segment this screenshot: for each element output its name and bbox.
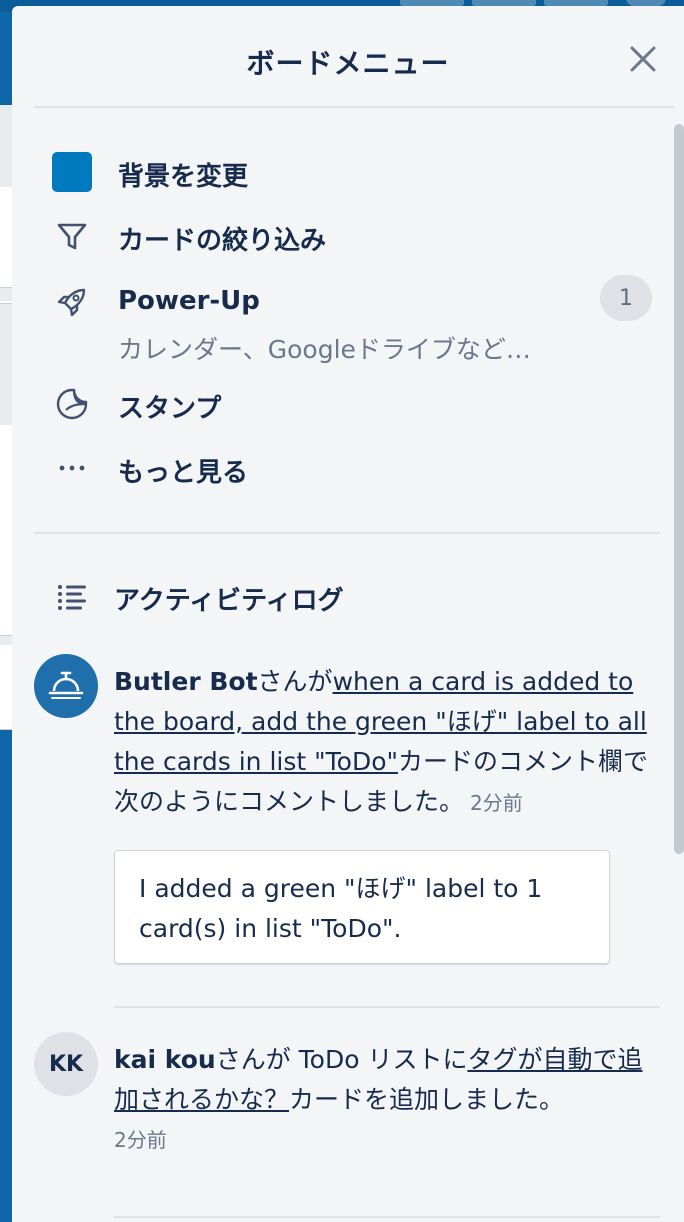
board-card[interactable] — [0, 187, 12, 288]
menu-item-filter-cards[interactable]: カードの絞り込み — [34, 208, 654, 262]
menu-item-more[interactable]: もっと見る — [34, 440, 654, 494]
menu-item-label: カードの絞り込み — [118, 226, 327, 256]
comment-box: I added a green "ほげ" label to 1 card(s) … — [114, 850, 610, 964]
activity-entry: KK kai kouさんが ToDo リストにタグが自動で追加されるかな？カード… — [34, 1032, 654, 1202]
close-icon[interactable] — [626, 42, 660, 76]
menu-item-label: もっと見る — [118, 458, 249, 488]
sticker-icon — [52, 384, 92, 424]
header-divider — [34, 106, 674, 108]
panel-title: ボードメニュー — [246, 47, 450, 80]
list-icon — [52, 577, 92, 617]
filter-icon — [52, 216, 92, 256]
color-swatch-icon — [52, 152, 92, 192]
board-list-edge — [0, 105, 12, 730]
menu-item-label: 背景を変更 — [118, 162, 249, 192]
activity-header: アクティビティログ — [34, 574, 654, 620]
entry-divider — [114, 1006, 660, 1008]
power-up-count-badge: 1 — [600, 275, 652, 321]
menu-item-power-ups[interactable]: Power-Up カレンダー、Googleドライブなど… 1 — [34, 274, 654, 364]
action-text: さんが ToDo リストに — [215, 1045, 468, 1074]
action-text: カードを追加しました。 — [289, 1085, 565, 1114]
menu-item-label: Power-Up — [118, 286, 260, 316]
activity-text: kai kouさんが ToDo リストにタグが自動で追加されるかな？カードを追加… — [114, 1040, 654, 1160]
avatar[interactable]: KK — [34, 1032, 98, 1096]
member-name[interactable]: kai kou — [114, 1045, 216, 1074]
comment-text: I added a green "ほげ" label to 1 card(s) … — [139, 874, 543, 943]
board-card[interactable] — [0, 645, 12, 730]
action-text: さんが — [257, 667, 333, 696]
board-card[interactable] — [0, 425, 12, 636]
panel-header: ボードメニュー — [12, 6, 684, 106]
board-card-divider — [0, 301, 12, 304]
scrollbar[interactable] — [672, 116, 684, 1222]
scrollbar-thumb[interactable] — [674, 124, 684, 854]
bell-icon[interactable] — [34, 654, 98, 718]
menu-divider — [34, 532, 660, 534]
activity-text: Butler Botさんがwhen a card is added to the… — [114, 662, 654, 823]
activity-title: アクティビティログ — [114, 586, 344, 616]
menu-item-label: スタンプ — [118, 394, 222, 424]
entry-divider — [114, 1216, 660, 1218]
member-name[interactable]: Butler Bot — [114, 667, 258, 696]
activity-entry: Butler Botさんがwhen a card is added to the… — [34, 654, 654, 984]
menu-item-change-background[interactable]: 背景を変更 — [34, 144, 654, 198]
more-dots-icon — [52, 448, 92, 488]
timestamp[interactable]: 2分前 — [114, 1120, 654, 1160]
timestamp[interactable]: 2分前 — [470, 791, 523, 815]
board-menu-panel: ボードメニュー 背景を変更 カードの絞り込み Power-Up カレンダー、Go… — [12, 6, 684, 1222]
menu-item-subtitle: カレンダー、Googleドライブなど… — [118, 335, 531, 364]
rocket-icon — [52, 282, 92, 322]
menu-item-stickers[interactable]: スタンプ — [34, 376, 654, 430]
